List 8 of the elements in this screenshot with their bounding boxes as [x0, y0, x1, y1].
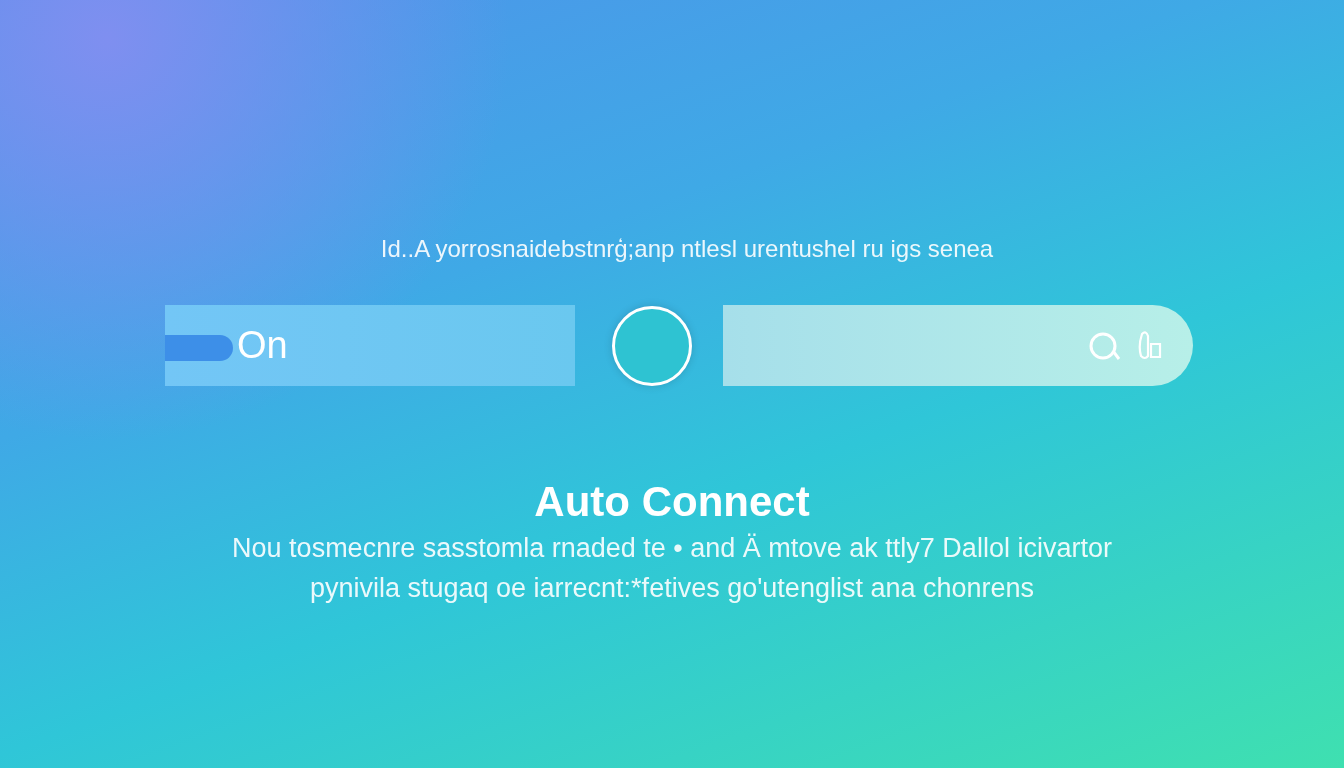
mic-icon[interactable] [1137, 329, 1163, 362]
on-switch[interactable]: On [165, 305, 575, 386]
title: Auto Connect [534, 477, 810, 527]
subtitle-text: Id..A yorrosnaidebstnrģ;anp ntlesl urentushel ru igs senea [380, 235, 994, 264]
description-text: pynivila stugaq oe iarrecnt:*fetives go'utenglist ana chonrens [309, 572, 1035, 605]
description-text: Nou tosmecnre sasstomla rnaded te • and Ä mtove ak ttly7 Dallol icivartor [232, 532, 1112, 565]
input-field[interactable] [723, 305, 1193, 386]
toggle-knob[interactable] [612, 305, 692, 386]
